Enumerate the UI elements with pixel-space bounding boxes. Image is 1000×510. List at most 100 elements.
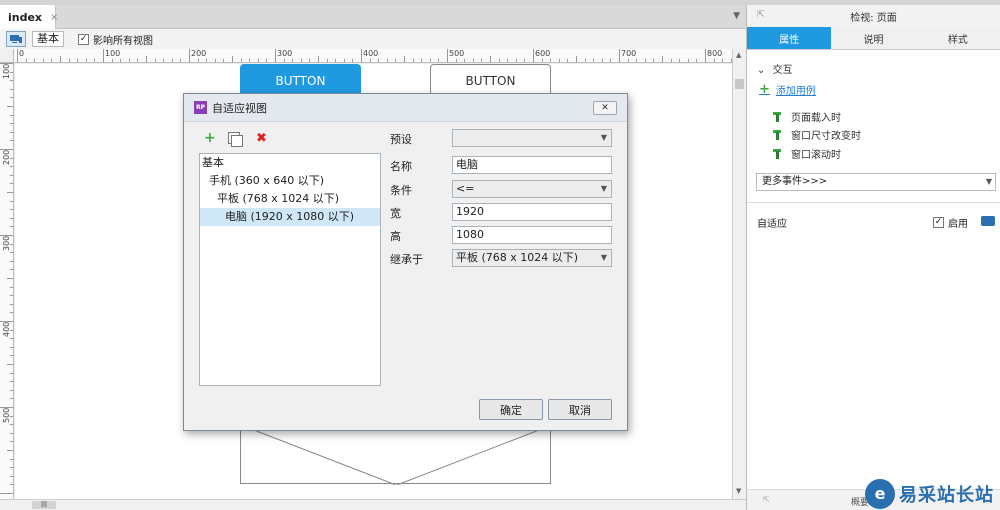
ruler-tick xyxy=(42,59,44,62)
event-label: 窗口滚动时 xyxy=(791,150,841,161)
ruler-tick xyxy=(10,97,13,99)
ruler-tick xyxy=(7,192,13,193)
width-input[interactable]: 1920 xyxy=(452,203,612,221)
height-label: 高 xyxy=(390,230,401,243)
ruler-tick xyxy=(10,303,13,305)
ruler-tick xyxy=(94,59,96,62)
ruler-tick xyxy=(77,59,79,62)
inherit-select[interactable]: 平板 (768 x 1024 以下) ▼ xyxy=(452,249,612,267)
pin-icon[interactable]: ⇱ xyxy=(757,10,765,20)
ruler-tick xyxy=(10,441,13,443)
event-page-load[interactable]: 页面载入时 xyxy=(773,109,841,124)
ruler-tick xyxy=(541,59,543,62)
tab-style[interactable]: 样式 xyxy=(916,27,1000,49)
tree-item-desktop[interactable]: 电脑 (1920 x 1080 以下) xyxy=(200,208,380,226)
canvas-vertical-scrollbar[interactable]: ▲ ▼ xyxy=(732,49,746,499)
ruler-label: 700 xyxy=(621,49,637,58)
dialog-close-button[interactable]: ✕ xyxy=(593,101,617,115)
height-input[interactable]: 1080 xyxy=(452,226,612,244)
ruler-tick xyxy=(214,59,216,62)
ruler-tick xyxy=(10,209,13,211)
tree-item-base[interactable]: 基本 xyxy=(202,154,380,172)
ruler-tick xyxy=(163,59,165,62)
dialog-title: 自适应视图 xyxy=(212,101,267,115)
width-label: 宽 xyxy=(390,207,401,220)
name-input[interactable]: 电脑 xyxy=(452,156,612,174)
ruler-tick xyxy=(223,59,225,62)
ruler-tick xyxy=(249,59,251,62)
ruler-tick xyxy=(438,59,440,62)
ruler-tick xyxy=(137,59,139,62)
canvas-horizontal-scrollbar[interactable]: ||| xyxy=(0,499,746,510)
name-label: 名称 xyxy=(390,160,412,173)
ruler-tick xyxy=(10,432,13,434)
ruler-tick xyxy=(490,56,491,62)
tree-item-phone[interactable]: 手机 (360 x 640 以下) xyxy=(209,172,380,190)
copy-view-icon[interactable] xyxy=(228,132,243,147)
chevron-down-icon: ▼ xyxy=(600,253,607,262)
interactions-section[interactable]: ⌄ 交互 xyxy=(757,61,793,76)
ruler-tick xyxy=(679,59,681,62)
event-icon xyxy=(773,129,785,140)
tab-notes[interactable]: 说明 xyxy=(831,27,915,49)
event-window-scroll[interactable]: 窗口滚动时 xyxy=(773,146,841,161)
ruler-tick xyxy=(111,59,113,62)
more-events-dropdown[interactable]: 更多事件>>> ▼ xyxy=(756,173,996,191)
ruler-label: 500 xyxy=(2,407,11,423)
scrollbar-thumb[interactable]: ||| xyxy=(32,501,56,509)
ruler-tick xyxy=(309,59,311,62)
scrollbar-thumb[interactable] xyxy=(735,79,744,89)
enable-label: 启用 xyxy=(948,219,968,230)
tab-properties[interactable]: 属性 xyxy=(747,27,832,49)
preset-label: 预设 xyxy=(390,133,412,146)
adaptive-views-button[interactable] xyxy=(6,31,26,47)
ruler-tick xyxy=(524,59,526,62)
ruler-tick xyxy=(292,59,294,62)
event-window-resize[interactable]: 窗口尺寸改变时 xyxy=(773,127,861,142)
scroll-up-icon[interactable]: ▲ xyxy=(736,51,741,59)
document-tab-index[interactable]: index × xyxy=(0,5,58,29)
ruler-tick xyxy=(404,56,405,62)
ruler-label: 600 xyxy=(535,49,551,58)
ruler-tick xyxy=(300,59,302,62)
inherit-label: 继承于 xyxy=(390,253,423,266)
ruler-tick xyxy=(515,59,517,62)
affect-all-views-checkbox[interactable]: ✓ 影响所有视图 xyxy=(78,32,153,47)
ruler-tick xyxy=(670,59,672,62)
ruler-tick xyxy=(10,346,13,348)
ruler-tick xyxy=(619,49,620,62)
inspector-header: ⇱ 检视: 页面 xyxy=(747,5,1000,27)
ok-button[interactable]: 确定 xyxy=(479,399,543,420)
ruler-tick xyxy=(206,59,208,62)
ruler-tick xyxy=(464,59,466,62)
image-placeholder[interactable] xyxy=(240,424,553,486)
ruler-tick xyxy=(51,59,53,62)
devices-icon[interactable] xyxy=(981,216,995,226)
ruler-tick xyxy=(395,59,397,62)
tree-item-tablet[interactable]: 平板 (768 x 1024 以下) xyxy=(217,190,380,208)
ruler-tick xyxy=(361,49,362,62)
ruler-tick xyxy=(481,59,483,62)
ruler-tick xyxy=(429,59,431,62)
event-label: 窗口尺寸改变时 xyxy=(791,131,861,142)
ruler-tick xyxy=(10,467,13,469)
add-case-link[interactable]: + 添加用例 xyxy=(759,82,816,97)
chevron-down-icon: ▼ xyxy=(985,177,992,186)
chevron-down-icon[interactable]: ▼ xyxy=(733,11,740,21)
enable-adaptive-checkbox[interactable]: ✓ 启用 xyxy=(933,215,968,230)
scroll-down-icon[interactable]: ▼ xyxy=(736,487,741,495)
delete-view-icon[interactable]: ✖ xyxy=(256,131,267,146)
condition-select[interactable]: <= ▼ xyxy=(452,180,612,198)
ruler-tick xyxy=(17,49,18,62)
condition-value: <= xyxy=(456,182,475,195)
close-icon[interactable]: × xyxy=(50,12,58,23)
pin-icon[interactable]: ⇱ xyxy=(763,495,770,504)
basic-view-button[interactable]: 基本 xyxy=(32,31,64,47)
add-view-icon[interactable]: + xyxy=(204,130,224,146)
ruler-tick xyxy=(10,123,13,125)
ruler-label: 500 xyxy=(449,49,465,58)
ruler-tick xyxy=(197,59,199,62)
inspector-title: 检视: 页面 xyxy=(850,12,897,24)
cancel-button[interactable]: 取消 xyxy=(548,399,612,420)
ruler-tick xyxy=(696,59,698,62)
